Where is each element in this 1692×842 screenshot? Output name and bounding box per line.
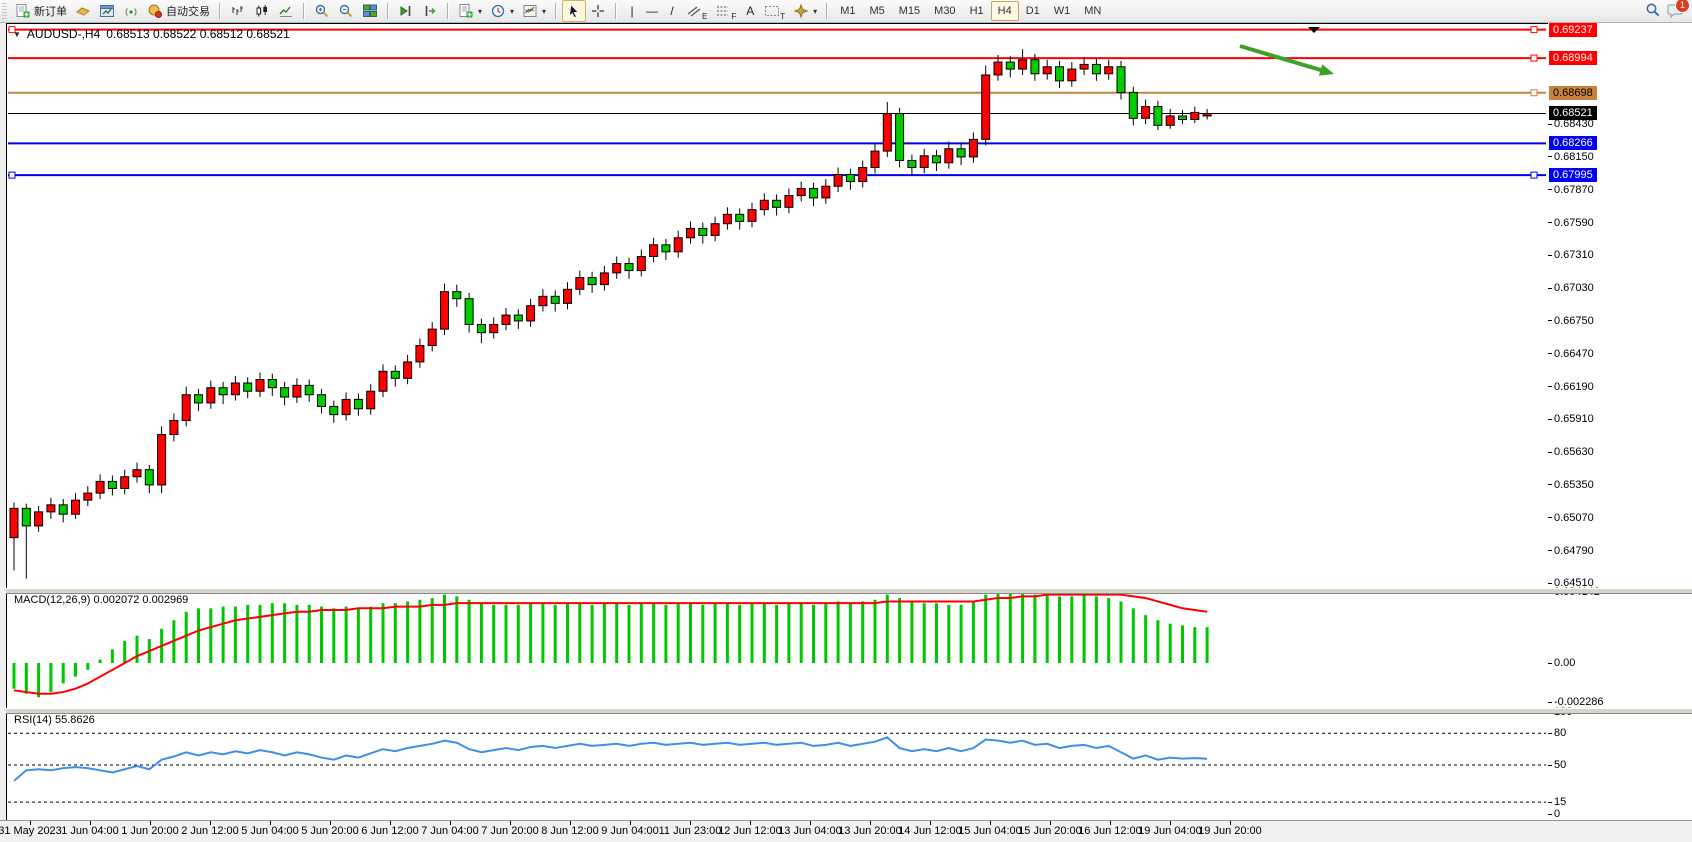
panel-divider-rsi[interactable]: [6, 708, 1692, 714]
chart-ohlc-readout: 0.68513 0.68522 0.68512 0.68521: [106, 27, 290, 41]
level-price-tag: 0.67995: [1549, 168, 1597, 182]
level-price-tag: 0.69237: [1549, 23, 1597, 37]
chart-symbol-title: AUDUSD-,H4: [27, 27, 100, 41]
macd-indicator-label: MACD(12,26,9) 0.002072 0.002969: [14, 594, 188, 606]
chart-dropdown-icon[interactable]: ▼: [13, 30, 21, 39]
level-price-tag: 0.68698: [1549, 86, 1597, 100]
panel-divider-macd[interactable]: [6, 588, 1692, 594]
current-price-tag: 0.68521: [1549, 106, 1597, 120]
level-price-tag: 0.68266: [1549, 136, 1597, 150]
metatrader-window: { "toolbar": { "groups": [ {"items":[ {"…: [0, 0, 1692, 842]
chart-title-line: ▼ AUDUSD-,H4 0.68513 0.68522 0.68512 0.6…: [13, 27, 290, 41]
rsi-indicator-label: RSI(14) 55.8626: [14, 714, 95, 726]
level-price-tag: 0.68994: [1549, 51, 1597, 65]
chart-canvas[interactable]: [0, 0, 1692, 842]
